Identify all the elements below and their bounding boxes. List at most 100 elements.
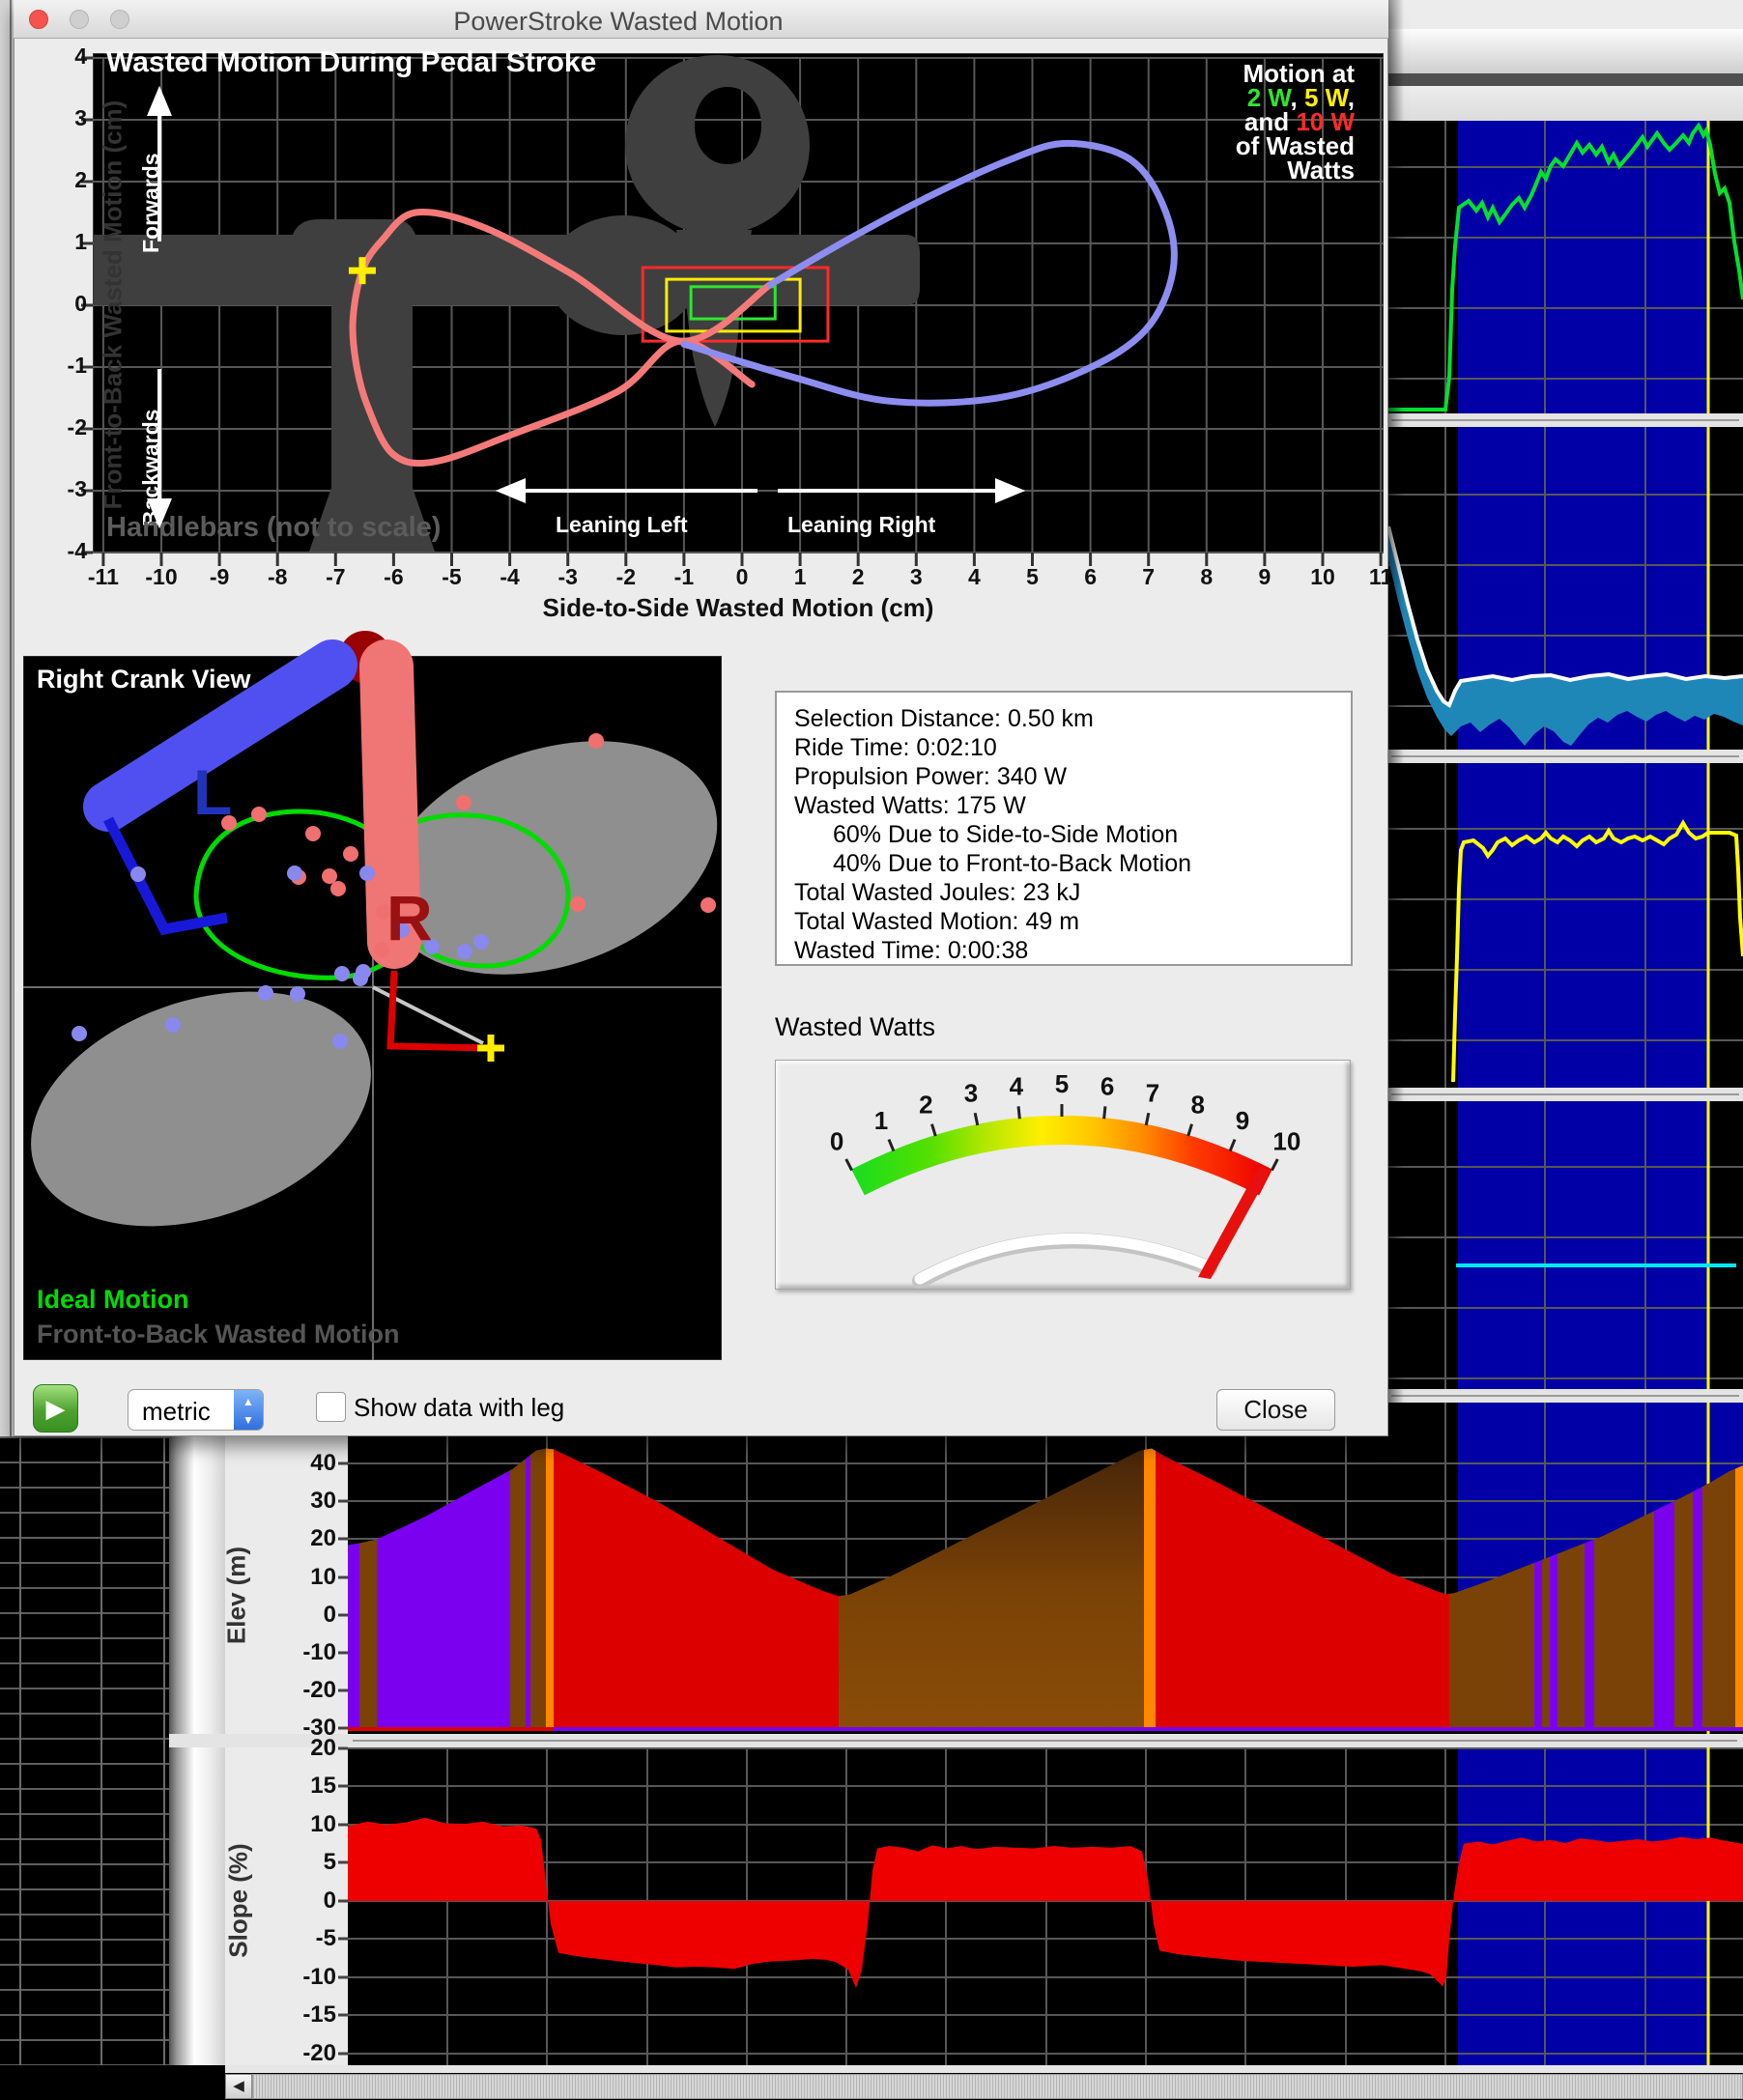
top-chart-x-axis-label: Side-to-Side Wasted Motion (cm) xyxy=(93,593,1384,623)
x-tick-label: -7 xyxy=(306,564,364,590)
info-line: 40% Due to Front-to-Back Motion xyxy=(833,850,1374,878)
left-crank-label: L xyxy=(193,755,232,829)
gauge-drawing: 012345678910 xyxy=(775,1060,1351,1299)
info-line: Total Wasted Motion: 49 m xyxy=(794,908,1335,936)
x-tick-label: -5 xyxy=(423,564,481,590)
elev-tick-label: 30 xyxy=(286,1488,336,1515)
slope-tick-label: -20 xyxy=(286,2040,336,2067)
gauge-tick-label: 2 xyxy=(919,1091,932,1120)
ftb-motion-legend: Front-to-Back Wasted Motion xyxy=(37,1320,399,1349)
gauge-band xyxy=(858,1130,1266,1182)
scroll-left-button[interactable]: ◀ xyxy=(225,2074,252,2099)
gauge-tick-label: 5 xyxy=(1055,1069,1069,1098)
x-tick-label: 1 xyxy=(771,564,829,590)
gauge-tick-label: 1 xyxy=(874,1106,888,1135)
dropdown-stepper-icon: ▲▼ xyxy=(234,1390,263,1430)
crank-view-chart xyxy=(23,656,722,1360)
screen: Elev (m) Slope (%) 403020100-10-20-30 20… xyxy=(0,0,1743,2100)
x-tick-label: -4 xyxy=(481,564,539,590)
pedal-marker xyxy=(477,1035,504,1062)
y-tick-label: 0 xyxy=(39,291,87,317)
leaning-left-label: Leaning Left xyxy=(556,512,688,538)
x-tick-label: -6 xyxy=(364,564,422,590)
leaning-right-label: Leaning Right xyxy=(787,512,935,538)
crank-view-title: Right Crank View xyxy=(37,665,251,695)
x-tick-label: -11 xyxy=(74,564,132,590)
slope-tick-label: 15 xyxy=(286,1773,336,1800)
y-tick-label: 2 xyxy=(39,167,87,193)
gauge-tick-label: 8 xyxy=(1190,1091,1204,1120)
gauge-tick-label: 0 xyxy=(830,1126,843,1155)
x-tick-label: -2 xyxy=(597,564,655,590)
slope-tick-label: -5 xyxy=(286,1925,336,1952)
x-tick-label: 7 xyxy=(1120,564,1178,590)
x-tick-label: 0 xyxy=(713,564,771,590)
y-tick-label: -2 xyxy=(39,414,87,440)
info-line: Total Wasted Joules: 23 kJ xyxy=(794,879,1335,907)
y-tick-label: -3 xyxy=(39,476,87,502)
slope-tick-label: -10 xyxy=(286,1964,336,1991)
slope-tick-label: 5 xyxy=(286,1849,336,1876)
close-button[interactable]: Close xyxy=(1216,1389,1335,1431)
forwards-label: Forwards xyxy=(138,153,164,253)
info-line: 60% Due to Side-to-Side Motion xyxy=(833,821,1374,849)
gauge-tick-label: 7 xyxy=(1146,1079,1159,1108)
x-tick-label: -1 xyxy=(655,564,713,590)
x-tick-label: -10 xyxy=(132,564,190,590)
y-tick-label: 4 xyxy=(39,43,87,70)
elev-tick-label: -10 xyxy=(286,1639,336,1666)
x-tick-label: 10 xyxy=(1294,564,1352,590)
x-tick-label: 11 xyxy=(1352,564,1410,590)
slope-axis-label: Slope (%) xyxy=(224,1819,254,1983)
units-value: metric xyxy=(142,1397,211,1427)
y-tick-label: -1 xyxy=(39,353,87,379)
window-title: PowerStroke Wasted Motion xyxy=(14,7,1223,37)
play-button[interactable]: ▶ xyxy=(33,1384,78,1433)
top-chart-y-axis-label: Front-to-Back Wasted Motion (cm) xyxy=(99,83,129,527)
y-tick-label: 1 xyxy=(39,229,87,255)
y-tick-label: -4 xyxy=(39,538,87,564)
gauge-tick-label: 3 xyxy=(964,1079,978,1108)
elev-tick-label: 0 xyxy=(286,1602,336,1629)
gauge-tick-label: 6 xyxy=(1100,1071,1114,1100)
dialog-shadow xyxy=(1388,0,1404,1449)
x-tick-label: -9 xyxy=(190,564,248,590)
x-tick-label: 5 xyxy=(1004,564,1062,590)
gauge-title: Wasted Watts xyxy=(775,1012,935,1042)
y-tick-label: 3 xyxy=(39,105,87,131)
x-tick-label: 8 xyxy=(1178,564,1236,590)
show-data-with-leg-checkbox[interactable] xyxy=(316,1392,346,1422)
info-line: Wasted Time: 0:00:38 xyxy=(794,937,1335,965)
ideal-motion-legend: Ideal Motion xyxy=(37,1285,189,1315)
x-tick-label: 6 xyxy=(1062,564,1120,590)
top-chart-title: Wasted Motion During Pedal Stroke xyxy=(106,46,596,79)
show-data-with-leg-label: Show data with leg xyxy=(354,1393,564,1423)
elev-axis-label: Elev (m) xyxy=(222,1518,252,1673)
x-tick-label: 4 xyxy=(945,564,1003,590)
elev-tick-label: 40 xyxy=(286,1450,336,1477)
slope-tick-label: 10 xyxy=(286,1811,336,1838)
slope-tick-label: 0 xyxy=(286,1887,336,1915)
units-dropdown[interactable]: metric ▲▼ xyxy=(128,1389,264,1431)
slope-tick-label: 20 xyxy=(286,1735,336,1762)
right-crank-label: R xyxy=(386,881,433,954)
handlebars-label: Handlebars (not to scale) xyxy=(106,512,441,544)
bottom-left-corner xyxy=(0,2065,225,2100)
info-line: Propulsion Power: 340 W xyxy=(794,763,1335,791)
elev-tick-label: -20 xyxy=(286,1677,336,1704)
info-line: Selection Distance: 0.50 km xyxy=(794,705,1335,733)
elev-tick-label: 10 xyxy=(286,1564,336,1591)
left-pedal xyxy=(108,819,227,929)
x-tick-label: -8 xyxy=(248,564,306,590)
x-tick-label: -3 xyxy=(539,564,597,590)
bottom-divider xyxy=(169,2065,1743,2073)
backwards-label: Backwards xyxy=(138,410,164,526)
elev-tick-label: 20 xyxy=(286,1525,336,1552)
x-tick-label: 3 xyxy=(887,564,945,590)
horizontal-scrollbar[interactable] xyxy=(252,2074,1743,2099)
gauge-tick-label: 4 xyxy=(1010,1071,1024,1100)
info-line: Ride Time: 0:02:10 xyxy=(794,734,1335,762)
handlebars-silhouette xyxy=(94,55,920,552)
pedal-path xyxy=(390,971,492,1048)
gauge-tick-label: 9 xyxy=(1236,1106,1249,1135)
